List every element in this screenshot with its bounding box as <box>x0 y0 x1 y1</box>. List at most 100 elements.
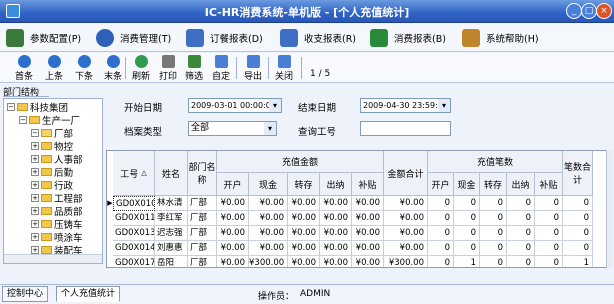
grid-cell[interactable]: 迟志强 <box>155 226 188 241</box>
grid-cell[interactable]: ¥300.00 <box>249 256 288 267</box>
chevron-down-icon[interactable]: ▾ <box>438 99 450 112</box>
grid-cell[interactable]: 1 <box>563 256 593 267</box>
grid-cell[interactable]: 0 <box>507 256 535 267</box>
minimize-icon[interactable]: _ <box>566 3 582 19</box>
tree-node[interactable]: − 科技集团 <box>7 101 68 114</box>
tree-node[interactable]: + 物控 <box>31 140 73 153</box>
grid-cell[interactable]: ¥0.00 <box>352 241 384 256</box>
expand-icon[interactable]: + <box>31 246 39 254</box>
tab-control-center[interactable]: 控制中心 <box>2 286 49 302</box>
end-date-picker[interactable]: 2009-04-30 23:59:59 ▾ <box>360 98 451 113</box>
col-header-amount-total[interactable]: 金额合计 <box>384 151 428 196</box>
grid-cell[interactable]: 0 <box>480 226 507 241</box>
grid-cell[interactable]: ¥0.00 <box>217 211 249 226</box>
grid-cell[interactable]: GD0X017 <box>113 256 155 267</box>
grid-cell[interactable]: 厂部 <box>188 256 217 267</box>
grid-cell[interactable]: 0 <box>454 196 480 211</box>
col-header-count-cash[interactable]: 现金 <box>454 173 480 196</box>
tree-node[interactable]: + 工程部 <box>31 192 83 205</box>
grid-cell[interactable]: ¥0.00 <box>384 226 428 241</box>
export-button[interactable]: 导出 <box>239 54 267 82</box>
close-button[interactable]: 关闭 <box>270 54 298 82</box>
collapse-icon[interactable]: − <box>19 116 27 124</box>
grid-cell[interactable]: 1 <box>454 256 480 267</box>
grid-cell[interactable]: 厂部 <box>188 196 217 211</box>
col-header-amount-open[interactable]: 开户 <box>217 173 249 196</box>
grid-cell[interactable]: ¥0.00 <box>320 196 352 211</box>
grid-cell[interactable]: ¥0.00 <box>352 226 384 241</box>
grid-cell[interactable]: 0 <box>507 211 535 226</box>
tab-personal-recharge[interactable]: 个人充值统计 <box>56 286 121 302</box>
query-id-input[interactable] <box>360 121 451 136</box>
chevron-down-icon[interactable]: ▾ <box>264 122 276 135</box>
col-header-id[interactable]: 工号 △ <box>113 151 155 196</box>
grid-cell[interactable]: ¥0.00 <box>249 211 288 226</box>
grid-cell[interactable]: 0 <box>480 256 507 267</box>
col-header-count-cashier[interactable]: 出纳 <box>507 173 535 196</box>
close-window-icon[interactable]: × <box>596 3 612 19</box>
col-header-dept[interactable]: 部门名称 <box>188 151 217 196</box>
grid-cell[interactable]: ¥0.00 <box>249 226 288 241</box>
grid-cell[interactable]: 0 <box>428 226 454 241</box>
col-header-amount-subsidy[interactable]: 补贴 <box>352 173 384 196</box>
expand-icon[interactable]: + <box>31 194 39 202</box>
profile-type-select[interactable]: 全部 ▾ <box>188 121 277 136</box>
grid-cell[interactable]: ¥0.00 <box>352 211 384 226</box>
grid-cell[interactable]: ¥0.00 <box>249 196 288 211</box>
grid-cell[interactable]: ¥0.00 <box>288 256 320 267</box>
grid-cell[interactable]: ¥0.00 <box>384 196 428 211</box>
collapse-icon[interactable]: − <box>31 129 39 137</box>
grid-cell[interactable]: 岳阳 <box>155 256 188 267</box>
grid-cell[interactable]: ¥0.00 <box>288 211 320 226</box>
expand-icon[interactable]: + <box>31 207 39 215</box>
col-header-amount-cashier[interactable]: 出纳 <box>320 173 352 196</box>
grid-cell[interactable]: ¥0.00 <box>352 196 384 211</box>
grid-cell[interactable]: 0 <box>454 241 480 256</box>
start-date-picker[interactable]: 2009-03-01 00:00:00 ▾ <box>188 98 282 113</box>
grid-cell[interactable]: ¥0.00 <box>352 256 384 267</box>
col-header-amount-cash[interactable]: 现金 <box>249 173 288 196</box>
expand-icon[interactable]: + <box>31 220 39 228</box>
grid-cell[interactable]: ¥0.00 <box>249 241 288 256</box>
tree-node[interactable]: + 行政 <box>31 179 73 192</box>
grid-vertical-scrollbar[interactable] <box>606 150 613 268</box>
expand-icon[interactable]: + <box>31 155 39 163</box>
grid-cell[interactable]: ¥0.00 <box>217 196 249 211</box>
grid-cell[interactable]: ¥0.00 <box>217 241 249 256</box>
filter-button[interactable]: 筛选 <box>180 54 208 82</box>
grid-cell[interactable]: 厂部 <box>188 241 217 256</box>
grid-cell[interactable]: 0 <box>480 241 507 256</box>
grid-cell[interactable]: ¥0.00 <box>288 226 320 241</box>
expand-icon[interactable]: + <box>31 181 39 189</box>
grid-cell[interactable]: ¥0.00 <box>217 226 249 241</box>
menu-help[interactable]: 系统帮助(H) <box>462 28 539 48</box>
collapse-icon[interactable]: − <box>7 103 15 111</box>
grid-cell[interactable]: ¥0.00 <box>320 241 352 256</box>
tree-node[interactable]: + 后勤 <box>31 166 73 179</box>
tree-node[interactable]: − 生产一厂 <box>19 114 80 127</box>
menu-order-report[interactable]: 订餐报表(D) <box>186 28 263 48</box>
grid-cell[interactable]: ¥0.00 <box>320 226 352 241</box>
col-header-name[interactable]: 姓名 <box>155 151 188 196</box>
grid-cell[interactable]: ¥300.00 <box>384 256 428 267</box>
col-header-count-subsidy[interactable]: 补贴 <box>535 173 563 196</box>
menu-income-report[interactable]: 收支报表(R) <box>280 28 356 48</box>
grid-cell[interactable]: 0 <box>507 226 535 241</box>
tree-node[interactable]: + 压铸车 <box>31 218 83 231</box>
expand-icon[interactable]: + <box>31 233 39 241</box>
tree-node[interactable]: + 人事部 <box>31 153 83 166</box>
expand-icon[interactable]: + <box>31 142 39 150</box>
maximize-icon[interactable]: □ <box>581 3 597 19</box>
grid-cell[interactable]: ¥0.00 <box>288 196 320 211</box>
grid-cell[interactable]: 厂部 <box>188 211 217 226</box>
col-header-count-total[interactable]: 笔数合计 <box>563 151 593 196</box>
col-header-amount-transfer[interactable]: 转存 <box>288 173 320 196</box>
grid-cell[interactable]: 0 <box>507 241 535 256</box>
custom-button[interactable]: 自定 <box>207 54 235 82</box>
tree-horizontal-scrollbar[interactable] <box>4 254 102 263</box>
tree-node[interactable]: + 喷涂车 <box>31 231 83 244</box>
tree-node[interactable]: + 品质部 <box>31 205 83 218</box>
grid-cell[interactable]: GD0X010 <box>113 196 155 211</box>
grid-cell[interactable]: ¥0.00 <box>288 241 320 256</box>
menu-params[interactable]: 参数配置(P) <box>6 28 81 48</box>
